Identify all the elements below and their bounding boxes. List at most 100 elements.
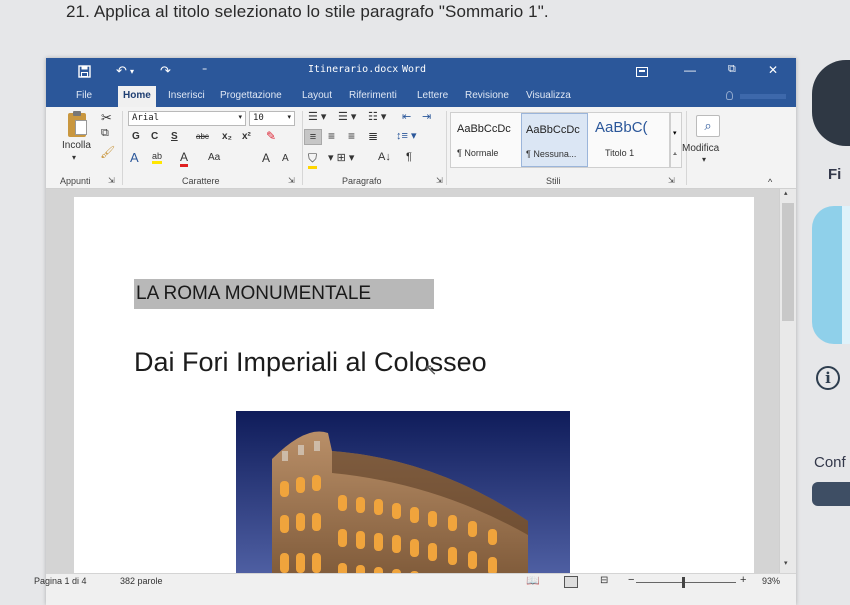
search-icon[interactable]: ⌕ (696, 115, 720, 137)
paste-icon[interactable] (68, 111, 87, 137)
collapse-ribbon-icon[interactable]: ^ (768, 177, 772, 187)
bold-button[interactable]: G (132, 131, 140, 142)
tab-lettere[interactable]: Lettere (417, 90, 448, 101)
align-left-button[interactable]: ≡ (304, 129, 322, 145)
bullets-icon[interactable]: ☰ ▾ (308, 110, 326, 123)
redo-icon[interactable]: ↷ (160, 63, 171, 79)
modifica-button[interactable]: Modifica (682, 143, 719, 154)
tab-home[interactable]: Home (118, 86, 156, 107)
clipboard-launcher-icon[interactable]: ⇲ (108, 176, 115, 185)
confirm-button[interactable] (812, 482, 850, 506)
increase-indent-icon[interactable]: ⇥ (422, 110, 431, 123)
tab-layout[interactable]: Layout (302, 90, 332, 101)
highlight-color-icon[interactable]: ab (152, 151, 163, 164)
subscript-button[interactable]: x₂ (222, 131, 232, 142)
document-page[interactable]: LA ROMA MONUMENTALE Dai Fori Imperiali a… (74, 197, 754, 587)
group-label-paragrafo: Paragrafo (342, 176, 382, 186)
italic-button[interactable]: C (151, 131, 158, 142)
web-layout-icon[interactable]: ⊟ (600, 575, 608, 586)
ribbon-tabs: File Home Inserisci Progettazione Layout… (46, 86, 796, 107)
colosseum-image[interactable] (236, 411, 570, 587)
cut-icon[interactable]: ✂ (101, 110, 112, 126)
customize-toolbar-icon[interactable]: ⁼ (202, 66, 207, 77)
word-count[interactable]: 382 parole (120, 576, 163, 586)
change-case-button[interactable]: Aa (208, 152, 220, 163)
restore-icon[interactable]: ⧉ (728, 63, 736, 76)
scroll-up-icon[interactable]: ▴ (784, 189, 788, 197)
justify-icon[interactable]: ≣ (368, 129, 378, 143)
tab-riferimenti[interactable]: Riferimenti (349, 90, 397, 101)
scrollbar-thumb[interactable] (782, 203, 794, 321)
copy-icon[interactable]: ⧉ (101, 127, 109, 140)
info-icon[interactable]: i (816, 366, 840, 390)
zoom-slider-track[interactable] (636, 582, 736, 583)
sort-icon[interactable]: A↓ (378, 151, 391, 163)
read-mode-icon[interactable]: 📖 (526, 574, 540, 587)
styles-more-icon[interactable]: ⩡ (673, 151, 677, 159)
tab-file[interactable]: File (76, 90, 92, 101)
app-name: Word (402, 64, 427, 75)
tab-visualizza[interactable]: Visualizza (526, 90, 571, 101)
vertical-scrollbar[interactable]: ▴ ▾ (779, 189, 796, 573)
tab-inserisci[interactable]: Inserisci (168, 90, 205, 101)
close-icon[interactable]: ✕ (768, 63, 778, 77)
align-right-icon[interactable]: ≡ (348, 129, 355, 143)
undo-dropdown-icon[interactable]: ▾ (130, 67, 134, 76)
strikethrough-button[interactable]: abc (196, 132, 209, 141)
style-normale[interactable]: AaBbCcDc ¶ Normale (453, 113, 520, 167)
font-color-icon[interactable]: A (180, 150, 189, 167)
tab-progettazione[interactable]: Progettazione (220, 90, 282, 101)
paragraph-launcher-icon[interactable]: ⇲ (436, 176, 443, 185)
text-effects-icon[interactable]: A (130, 150, 139, 165)
paste-dropdown-icon[interactable]: ▾ (72, 153, 76, 162)
selected-heading[interactable]: LA ROMA MONUMENTALE (134, 279, 434, 309)
underline-button[interactable]: S (171, 131, 178, 142)
undo-icon[interactable]: ↶ (116, 63, 127, 79)
zoom-in-icon[interactable]: + (740, 574, 746, 586)
clear-formatting-icon[interactable]: ✎ (266, 129, 276, 143)
borders-icon[interactable]: ▾ ⊞ ▾ (328, 151, 354, 164)
multilevel-list-icon[interactable]: ☷ ▾ (368, 110, 386, 123)
align-center-icon[interactable]: ≡ (328, 129, 335, 143)
style-nessuna-spaziatura[interactable]: AaBbCcDc ¶ Nessuna... (521, 113, 588, 167)
styles-scroll-down-icon[interactable]: ▾ (673, 129, 677, 137)
save-icon[interactable] (78, 65, 91, 78)
paste-button[interactable]: Incolla (62, 140, 91, 151)
tell-me-box[interactable] (740, 94, 786, 99)
numbering-icon[interactable]: ☰ ▾ (338, 110, 356, 123)
zoom-slider-thumb[interactable] (682, 577, 685, 588)
title-bar: ↶ ▾ ↷ ⁼ Itinerario.docx Word — ⧉ ✕ (46, 58, 796, 86)
grow-font-button[interactable]: A (262, 151, 270, 165)
scroll-down-icon[interactable]: ▾ (784, 559, 788, 567)
modifica-dropdown-icon[interactable]: ▾ (702, 155, 706, 164)
minimize-icon[interactable]: — (684, 63, 696, 77)
page-count[interactable]: Pagina 1 di 4 (34, 576, 87, 586)
group-label-carattere: Carattere (182, 176, 220, 186)
side-label-fi: Fi (828, 166, 842, 183)
superscript-button[interactable]: x² (242, 131, 251, 142)
style-titolo-1[interactable]: AaBbC( Titolo 1 (591, 113, 658, 167)
font-size-select[interactable]: 10 ▾ (249, 111, 295, 126)
zoom-level[interactable]: 93% (762, 576, 780, 586)
shrink-font-button[interactable]: A (282, 153, 289, 164)
show-formatting-icon[interactable]: ¶ (406, 151, 412, 163)
styles-gallery-scroll[interactable]: ▾ ⩡ (670, 112, 682, 168)
mouse-cursor-icon: ↖ (424, 362, 438, 379)
font-name-select[interactable]: Arial ▾ (128, 111, 246, 126)
styles-gallery: AaBbCcDc ¶ Normale AaBbCcDc ¶ Nessuna...… (450, 112, 670, 168)
side-label-conf: Conf (814, 454, 846, 471)
decrease-indent-icon[interactable]: ⇤ (402, 110, 411, 123)
print-layout-icon[interactable] (564, 576, 578, 588)
font-launcher-icon[interactable]: ⇲ (288, 176, 295, 185)
group-label-appunti: Appunti (60, 176, 91, 186)
shading-icon[interactable]: ⛉ (308, 151, 318, 169)
format-painter-icon[interactable]: 🖌 (100, 145, 115, 159)
line-spacing-icon[interactable]: ↕≡ ▾ (396, 129, 417, 142)
tab-revisione[interactable]: Revisione (465, 90, 509, 101)
zoom-out-icon[interactable]: − (628, 574, 634, 586)
lightbulb-icon[interactable] (726, 91, 733, 100)
side-panel-header (812, 60, 850, 146)
ribbon-home: Incolla ▾ ✂ ⧉ 🖌 Appunti ⇲ Arial ▾ 10 ▾ G… (46, 107, 796, 189)
ribbon-display-options-icon[interactable] (636, 67, 648, 77)
styles-launcher-icon[interactable]: ⇲ (668, 176, 675, 185)
